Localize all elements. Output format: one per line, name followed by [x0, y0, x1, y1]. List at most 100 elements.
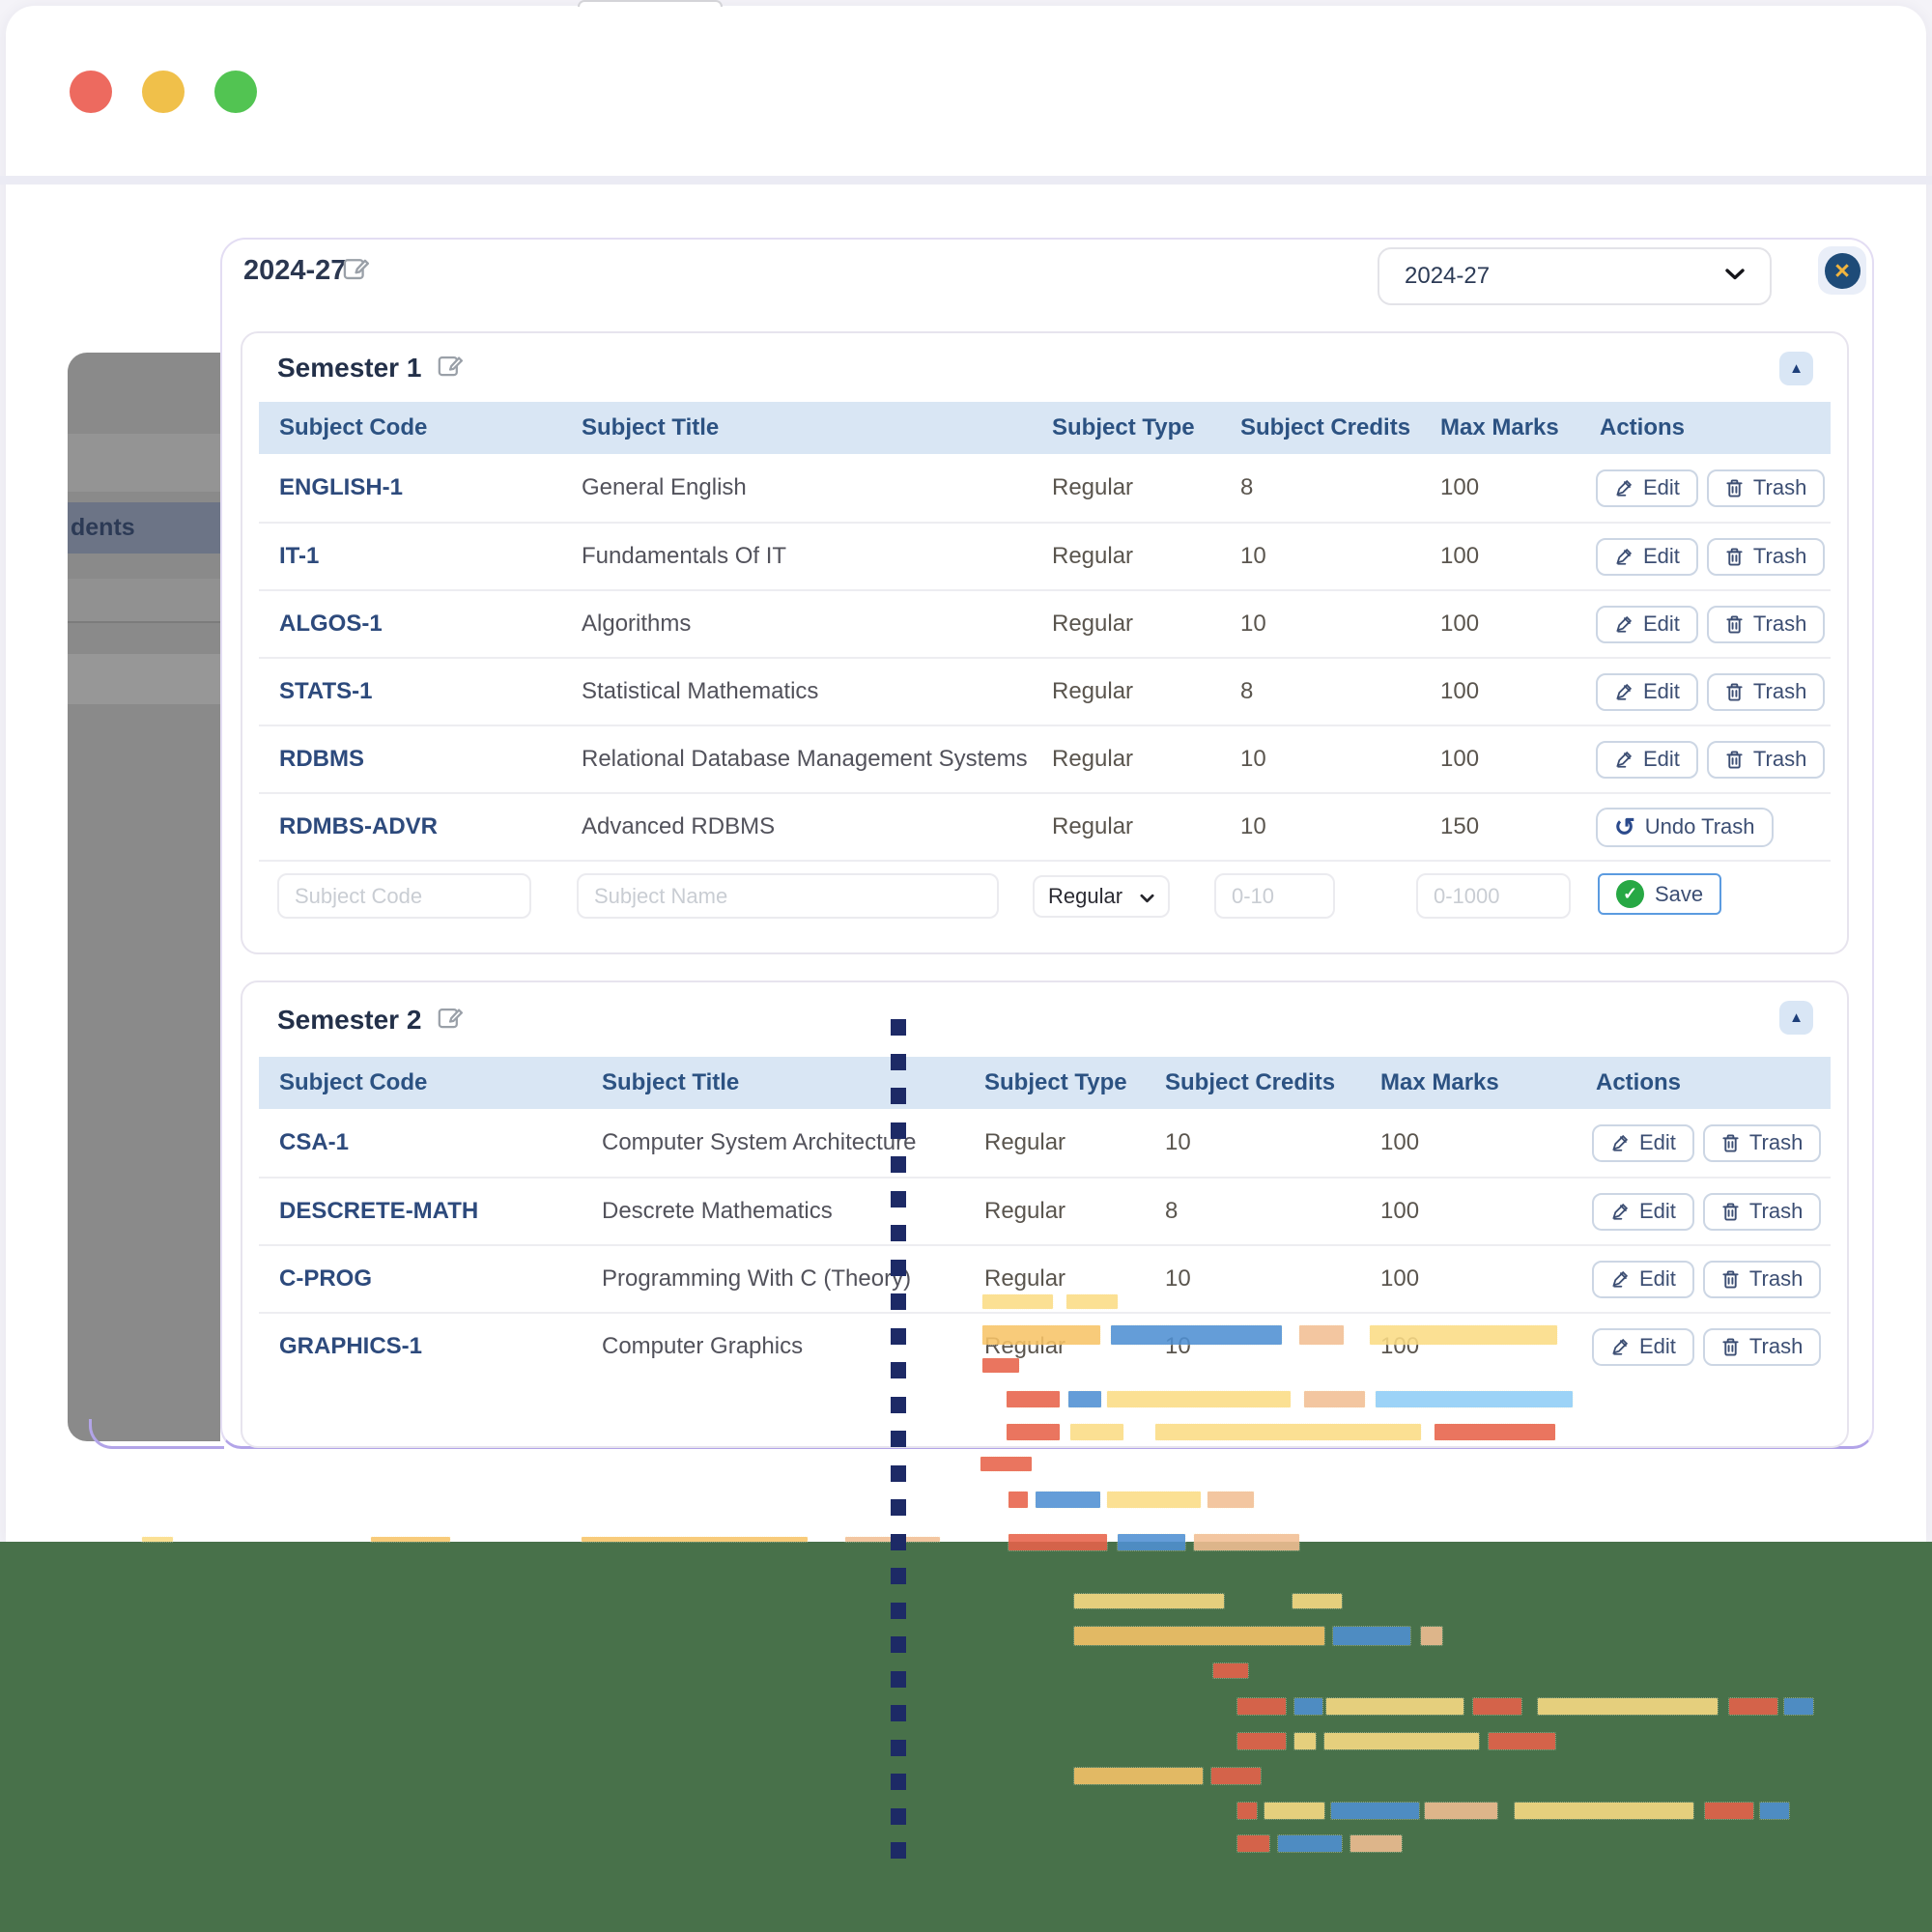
sidebar-divider	[68, 621, 220, 623]
max-marks-input[interactable]	[1416, 873, 1571, 919]
background-window-edge	[578, 0, 723, 7]
subject-title: Computer System Architecture	[602, 1129, 984, 1156]
table-row: ALGOS-1 Algorithms Regular 10 100 Edit T…	[259, 589, 1831, 657]
column-header: Subject Title	[602, 1069, 984, 1096]
semester-2-table-header: Subject Code Subject Title Subject Type …	[259, 1057, 1831, 1109]
undo-icon: ↺	[1614, 814, 1635, 839]
subject-code: CSA-1	[259, 1129, 602, 1156]
subject-credits: 10	[1240, 813, 1440, 840]
subject-type: Regular	[1052, 474, 1240, 501]
subject-type: Regular	[984, 1333, 1165, 1360]
chevron-down-icon	[1140, 884, 1154, 909]
trash-button[interactable]: Trash	[1707, 538, 1825, 576]
max-marks: 100	[1380, 1333, 1596, 1360]
subject-credits: 8	[1165, 1198, 1380, 1225]
subject-type-select-value: Regular	[1048, 884, 1122, 909]
batch-card: 2024-27 2024-27 × Semester 1	[220, 238, 1874, 1449]
table-row: CSA-1 Computer System Architecture Regul…	[259, 1109, 1831, 1177]
column-header: Max Marks	[1440, 414, 1600, 441]
close-batch-button[interactable]: ×	[1818, 246, 1866, 295]
subject-code: STATS-1	[259, 678, 582, 705]
sidebar-item[interactable]	[68, 579, 220, 621]
subject-name-input[interactable]	[577, 873, 999, 919]
edit-button[interactable]: Edit	[1596, 538, 1698, 576]
subject-code-input[interactable]	[277, 873, 531, 919]
session-select[interactable]: 2024-27	[1378, 247, 1772, 305]
sidebar-item[interactable]	[68, 434, 220, 492]
edit-button[interactable]: Edit	[1592, 1124, 1694, 1162]
edit-button[interactable]: Edit	[1596, 469, 1698, 507]
column-header: Subject Code	[259, 1069, 602, 1096]
subject-code: IT-1	[259, 543, 582, 570]
subject-code: C-PROG	[259, 1265, 602, 1293]
subject-type: Regular	[984, 1265, 1165, 1293]
subject-title: Fundamentals Of IT	[582, 543, 1052, 570]
column-header: Subject Credits	[1240, 414, 1440, 441]
check-icon: ✓	[1616, 880, 1644, 908]
trash-button[interactable]: Trash	[1703, 1193, 1821, 1231]
table-row: IT-1 Fundamentals Of IT Regular 10 100 E…	[259, 522, 1831, 589]
subject-type: Regular	[984, 1129, 1165, 1156]
window-minimize-button[interactable]	[142, 71, 185, 113]
sidebar-item[interactable]	[68, 654, 220, 704]
trash-button[interactable]: Trash	[1703, 1124, 1821, 1162]
semester-2-collapse-button[interactable]: ▲	[1779, 1001, 1813, 1035]
window-close-button[interactable]	[70, 71, 112, 113]
subject-credits: 10	[1165, 1265, 1380, 1293]
trash-button[interactable]: Trash	[1703, 1328, 1821, 1366]
batch-title: 2024-27	[243, 255, 346, 287]
subject-type: Regular	[984, 1198, 1165, 1225]
subject-title: General English	[582, 474, 1052, 501]
table-row: RDBMS Relational Database Management Sys…	[259, 724, 1831, 792]
sidebar: dents	[68, 353, 220, 1441]
edit-button[interactable]: Edit	[1596, 673, 1698, 711]
edit-button[interactable]: Edit	[1592, 1261, 1694, 1298]
subject-title: Advanced RDBMS	[582, 813, 1052, 840]
column-header: Actions	[1596, 1069, 1831, 1096]
semester-1-title-row: Semester 1 ▲	[242, 333, 1847, 402]
edit-button[interactable]: Edit	[1596, 606, 1698, 643]
column-header: Subject Title	[582, 414, 1052, 441]
edit-button[interactable]: Edit	[1592, 1328, 1694, 1366]
trash-button[interactable]: Trash	[1707, 741, 1825, 779]
window-zoom-button[interactable]	[214, 71, 257, 113]
subject-type-select[interactable]: Regular	[1033, 875, 1170, 918]
semester-1-panel: Semester 1 ▲ Subject Code Subject Title …	[241, 331, 1849, 954]
trash-button[interactable]: Trash	[1707, 469, 1825, 507]
trash-button[interactable]: Trash	[1707, 606, 1825, 643]
trash-button[interactable]: Trash	[1707, 673, 1825, 711]
semester-1-table-header: Subject Code Subject Title Subject Type …	[259, 402, 1831, 454]
subject-code: ALGOS-1	[259, 611, 582, 638]
subject-code: ENGLISH-1	[259, 474, 582, 501]
semester-2-title: Semester 2	[277, 1005, 421, 1036]
edit-button[interactable]: Edit	[1596, 741, 1698, 779]
subject-title: Computer Graphics	[602, 1333, 984, 1360]
subject-credits-input[interactable]	[1214, 873, 1335, 919]
save-button[interactable]: ✓ Save	[1598, 873, 1721, 915]
max-marks: 100	[1380, 1129, 1596, 1156]
subject-credits: 10	[1165, 1333, 1380, 1360]
max-marks: 100	[1380, 1198, 1596, 1225]
max-marks: 100	[1440, 474, 1600, 501]
subject-credits: 10	[1240, 611, 1440, 638]
chevron-down-icon	[1725, 268, 1745, 285]
subject-title: Relational Database Management Systems	[582, 746, 1052, 773]
semester-2-edit-icon[interactable]	[437, 1005, 463, 1036]
semester-1-edit-icon[interactable]	[437, 353, 463, 384]
trash-button[interactable]: Trash	[1703, 1261, 1821, 1298]
titlebar-divider	[0, 176, 1932, 185]
edit-button[interactable]: Edit	[1592, 1193, 1694, 1231]
batch-edit-icon[interactable]	[342, 255, 369, 287]
column-header: Subject Credits	[1165, 1069, 1380, 1096]
max-marks: 100	[1440, 746, 1600, 773]
subject-type: Regular	[1052, 543, 1240, 570]
add-subject-row: Regular ✓ Save	[259, 860, 1831, 928]
subject-code: RDMBS-ADVR	[259, 813, 582, 840]
table-row: DESCRETE-MATH Descrete Mathematics Regul…	[259, 1177, 1831, 1244]
undo-trash-button[interactable]: ↺ Undo Trash	[1596, 808, 1774, 847]
semester-1-collapse-button[interactable]: ▲	[1779, 352, 1813, 385]
semester-2-panel: Semester 2 ▲ Subject Code Subject Title …	[241, 980, 1849, 1448]
sidebar-item-students[interactable]: dents	[68, 502, 220, 554]
subject-credits: 10	[1165, 1129, 1380, 1156]
column-header: Max Marks	[1380, 1069, 1596, 1096]
